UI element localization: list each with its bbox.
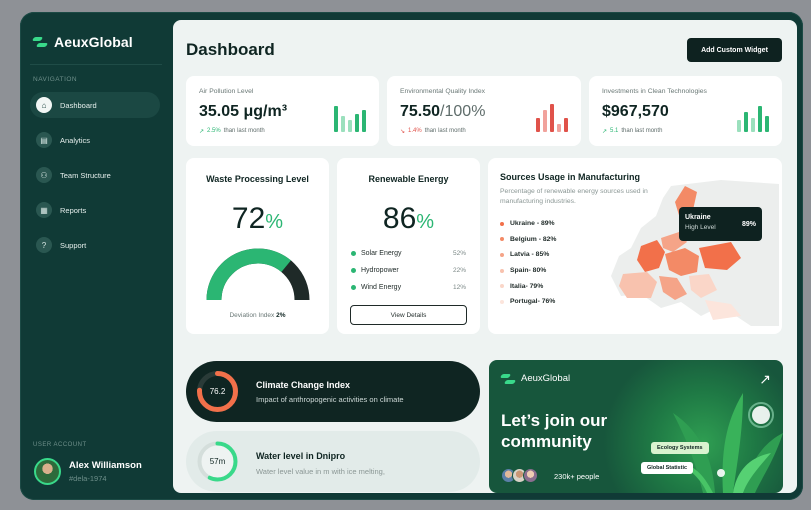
list-item: Portugal- 76% <box>500 294 556 310</box>
list-item: Italia- 79% <box>500 278 556 294</box>
sidebar-item-label: Reports <box>60 205 87 215</box>
add-custom-widget-button[interactable]: Add Custom Widget <box>687 38 782 62</box>
view-details-button[interactable]: View Details <box>350 305 467 325</box>
card-subtitle: Impact of anthropogenic activities on cl… <box>256 395 404 404</box>
stat-card-clean-investments[interactable]: Investments in Clean Technologies $967,5… <box>589 76 782 146</box>
card-title: Climate Change Index <box>256 380 351 390</box>
trend-up-icon: ↗ <box>602 129 608 135</box>
sidebar: AeuxGlobal NAVIGATION ⌂ Dashboard ▤ Anal… <box>20 12 172 500</box>
community-brand: AeuxGlobal <box>499 373 570 384</box>
sidebar-item-support[interactable]: ? Support <box>30 232 160 258</box>
card-title: Renewable Energy <box>368 174 449 184</box>
leaves-illustration <box>673 393 783 493</box>
list-item: Spain- 80% <box>500 263 556 279</box>
member-avatars <box>501 468 538 483</box>
stat-card-environmental-quality[interactable]: Environmental Quality Index 75.50/100% ↘… <box>387 76 581 146</box>
energy-row-wind: Wind Energy 12% <box>351 284 466 291</box>
main-panel: Dashboard Add Custom Widget Air Pollutio… <box>173 20 797 493</box>
sidebar-item-label: Dashboard <box>60 100 97 110</box>
deviation-index: Deviation Index 2% <box>229 312 286 319</box>
card-title: Water level in Dnipro <box>256 451 346 461</box>
europe-map[interactable] <box>601 176 779 334</box>
user-account[interactable]: Alex Williamson #dela-1974 <box>34 458 142 485</box>
brand-name: AeuxGlobal <box>54 34 133 50</box>
stat-change-value: 5.1 <box>610 128 619 134</box>
legend-dot <box>351 285 356 290</box>
stat-change: ↗ 2.5% than last month <box>199 128 265 135</box>
tag-chip: Global Statistic <box>641 462 694 474</box>
sidebar-nav: ⌂ Dashboard ▤ Analytics ⚇ Team Structure… <box>30 92 160 267</box>
mini-bar-chart <box>334 102 366 132</box>
waste-value: 72% <box>231 202 284 235</box>
nav-section-title: NAVIGATION <box>33 76 78 83</box>
stat-card-air-pollution[interactable]: Air Pollution Level 35.05 μg/m³ ↗ 2.5% t… <box>186 76 379 146</box>
mini-bar-chart <box>737 102 769 132</box>
card-title: Waste Processing Level <box>206 174 309 184</box>
sidebar-item-reports[interactable]: ▦ Reports <box>30 197 160 223</box>
waste-processing-card[interactable]: Waste Processing Level 72% Deviation Ind… <box>186 158 329 334</box>
stat-value: $967,570 <box>602 103 669 120</box>
analytics-icon: ▤ <box>36 132 52 148</box>
user-name: Alex Williamson <box>69 460 142 471</box>
stat-change: ↗ 5.1 than last month <box>602 128 662 135</box>
legend-dot <box>351 268 356 273</box>
sidebar-item-dashboard[interactable]: ⌂ Dashboard <box>30 92 160 118</box>
sources-usage-card[interactable]: Sources Usage in Manufacturing Percentag… <box>488 158 782 334</box>
country-list: Ukraine - 89% Belgium - 82% Latvia - 85%… <box>500 216 556 310</box>
divider <box>30 64 162 65</box>
user-handle: #dela-1974 <box>69 474 107 483</box>
sidebar-item-label: Team Structure <box>60 170 111 180</box>
energy-row-solar: Solar Energy 52% <box>351 250 466 257</box>
brand-logo-icon <box>31 37 49 47</box>
list-item: Belgium - 82% <box>500 232 556 248</box>
stat-value: 75.50/100% <box>400 103 486 120</box>
tag-chip: Ecology Systems <box>651 442 709 454</box>
team-icon: ⚇ <box>36 167 52 183</box>
stat-change-text: than last month <box>223 128 265 134</box>
mini-bar-chart <box>536 102 568 132</box>
card-subtitle: Water level value in m with ice melting, <box>256 467 385 476</box>
home-icon: ⌂ <box>36 97 52 113</box>
map-tooltip: Ukraine High Level 89% <box>679 207 762 241</box>
waste-gauge <box>206 248 310 301</box>
stat-change-text: than last month <box>424 128 466 134</box>
sidebar-item-team-structure[interactable]: ⚇ Team Structure <box>30 162 160 188</box>
stat-change-value: 1.4% <box>408 128 422 134</box>
climate-value: 76.2 <box>209 387 226 396</box>
renewable-value: 86% <box>382 202 435 235</box>
stat-label: Air Pollution Level <box>199 88 254 95</box>
avatar <box>34 458 61 485</box>
climate-change-card[interactable]: 76.2 Climate Change Index Impact of anth… <box>186 361 480 422</box>
water-level-card[interactable]: 57m Water level in Dnipro Water level va… <box>186 431 480 492</box>
water-value: 57m <box>209 457 226 466</box>
community-card[interactable]: AeuxGlobal ↗ Let’s join our community Ec… <box>489 360 783 493</box>
brand-logo-icon <box>499 373 517 384</box>
brand-logo[interactable]: AeuxGlobal <box>31 34 133 50</box>
stat-value: 35.05 μg/m³ <box>199 103 288 120</box>
stat-change-text: than last month <box>621 128 663 134</box>
legend-dot <box>351 251 356 256</box>
arrow-up-right-icon[interactable]: ↗ <box>759 371 771 388</box>
sidebar-item-label: Analytics <box>60 135 91 145</box>
member-count: 230k+ people <box>554 472 600 481</box>
stat-change-value: 2.5% <box>207 128 221 134</box>
trend-up-icon: ↗ <box>199 129 205 135</box>
stat-label: Investments in Clean Technologies <box>602 88 707 95</box>
page-title: Dashboard <box>186 40 275 59</box>
help-icon: ? <box>36 237 52 253</box>
app-window: AeuxGlobal NAVIGATION ⌂ Dashboard ▤ Anal… <box>20 12 803 500</box>
account-section-title: USER ACCOUNT <box>33 442 87 448</box>
stat-change: ↘ 1.4% than last month <box>400 128 466 135</box>
reports-icon: ▦ <box>36 202 52 218</box>
stat-label: Environmental Quality Index <box>400 88 486 95</box>
community-title: Let’s join our community <box>501 411 608 451</box>
sidebar-item-label: Support <box>60 240 87 250</box>
sidebar-item-analytics[interactable]: ▤ Analytics <box>30 127 160 153</box>
list-item: Latvia - 85% <box>500 247 556 263</box>
trend-down-icon: ↘ <box>400 129 406 135</box>
list-item: Ukraine - 89% <box>500 216 556 232</box>
energy-row-hydropower: Hydropower 22% <box>351 267 466 274</box>
renewable-energy-card[interactable]: Renewable Energy 86% Solar Energy 52% Hyd… <box>337 158 480 334</box>
